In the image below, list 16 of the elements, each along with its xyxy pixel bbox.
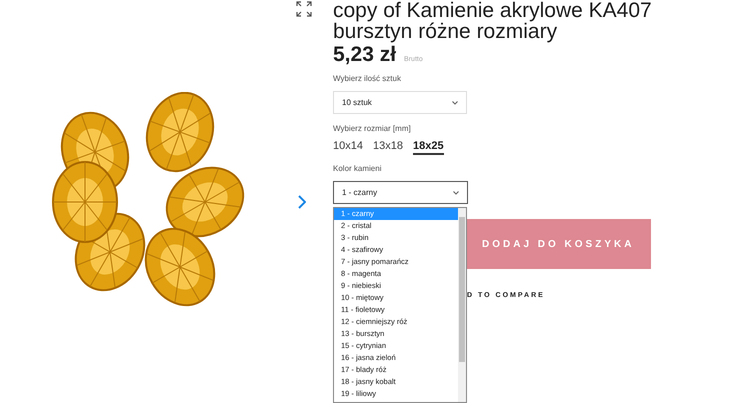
quantity-label: Wybierz ilość sztuk [333, 73, 402, 85]
quantity-select[interactable]: 10 sztuk [333, 91, 467, 114]
price: 5,23 zł [333, 42, 396, 68]
size-option[interactable]: 18x25 [412, 139, 444, 155]
expand-icon[interactable] [296, 1, 312, 17]
chevron-right-icon[interactable] [298, 195, 306, 209]
product-title: bursztyn różne rozmiary [333, 21, 558, 42]
size-option[interactable]: 10x14 [333, 139, 363, 155]
product-title: copy of Kamienie akrylowe KA407 [333, 0, 653, 21]
chevron-down-icon [452, 100, 458, 104]
color-select[interactable]: 1 - czarny [333, 181, 468, 204]
chevron-down-icon [453, 190, 459, 194]
size-label: Wybierz rozmiar [mm] [333, 123, 412, 135]
scrollbar[interactable] [458, 208, 466, 402]
size-option[interactable]: 13x18 [372, 139, 403, 155]
color-label: Kolor kamieni [333, 163, 382, 175]
